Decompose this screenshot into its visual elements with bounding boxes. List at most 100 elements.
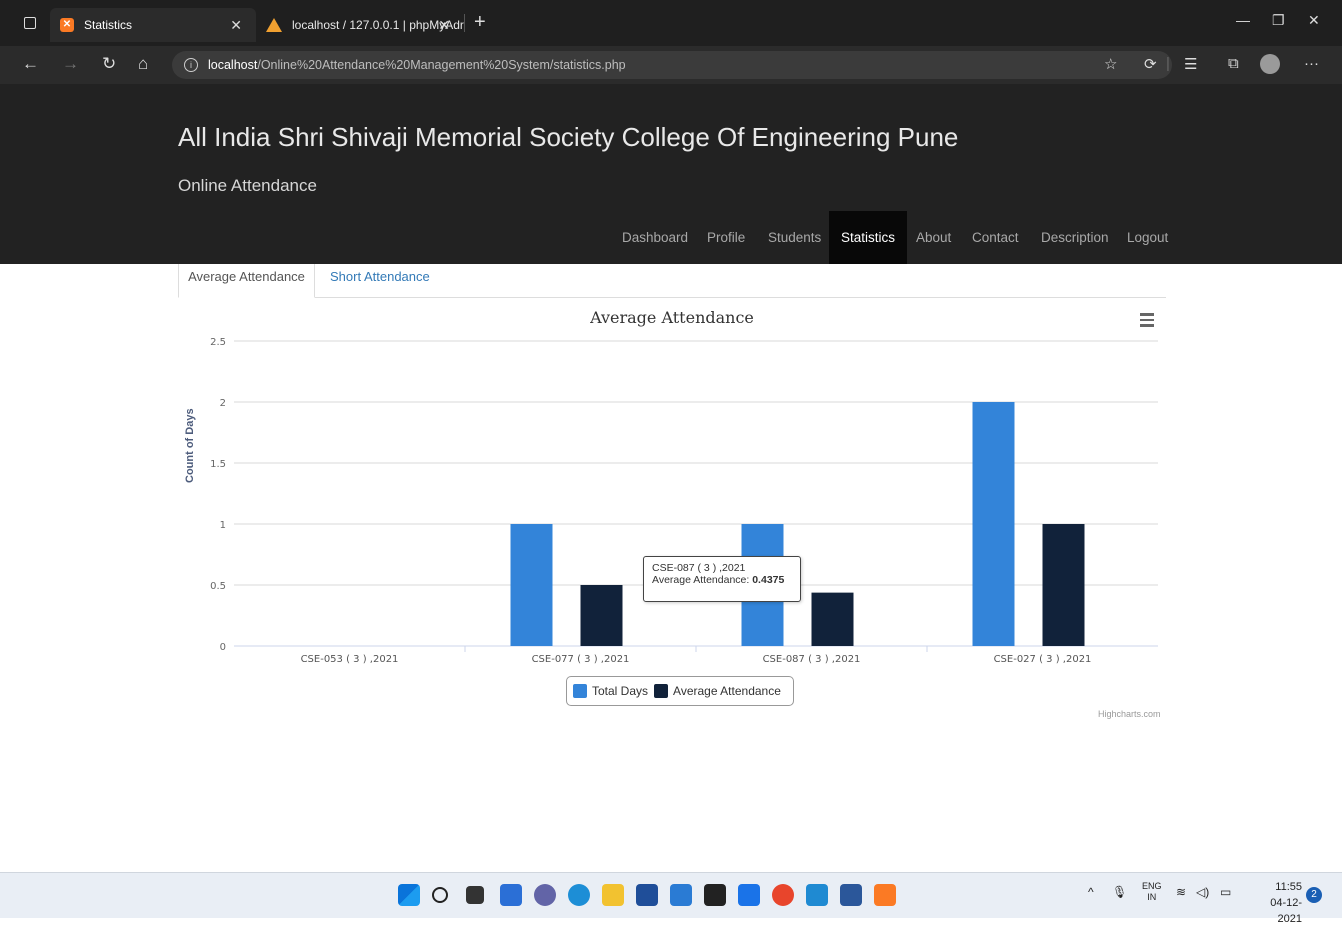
vscode-icon[interactable]: [806, 884, 828, 906]
mail-icon[interactable]: [670, 884, 692, 906]
tab-statistics[interactable]: ✕ Statistics ✕: [50, 8, 256, 42]
windows-taskbar: ^ 🎙 ENG IN ≋ ◁) ▭ 11:55 04-12-2021 2: [0, 872, 1342, 925]
chart-credits-link[interactable]: Highcharts.com: [1098, 709, 1161, 719]
bar-total-days: [972, 402, 1015, 646]
chart-title: Average Attendance: [590, 308, 754, 327]
nav-about[interactable]: About: [916, 211, 951, 264]
close-window-icon[interactable]: ✕: [1308, 12, 1320, 29]
close-tab-icon[interactable]: ✕: [230, 17, 242, 34]
browser-tab-bar: ✕ Statistics ✕ localhost / 127.0.0.1 | p…: [0, 0, 1342, 46]
browser-address-bar: ← → ↻ ⌂ i localhost /Online%20Attendance…: [0, 46, 1342, 84]
notification-badge[interactable]: 2: [1306, 887, 1322, 903]
y-tick-label: 1: [220, 520, 226, 531]
xampp-favicon-icon: ✕: [60, 18, 74, 32]
new-tab-icon[interactable]: +: [474, 11, 486, 34]
home-icon[interactable]: ⌂: [138, 54, 148, 74]
tooltip-value: 0.4375: [752, 574, 785, 586]
edge-icon[interactable]: [568, 884, 590, 906]
nav-students[interactable]: Students: [768, 211, 821, 264]
dropbox-icon[interactable]: [704, 884, 726, 906]
bar-total-days: [510, 524, 553, 646]
start-icon[interactable]: [398, 884, 420, 906]
minimize-icon[interactable]: —: [1236, 12, 1250, 28]
profile-avatar-icon[interactable]: [1260, 54, 1280, 74]
nav-profile[interactable]: Profile: [707, 211, 745, 264]
outlook-icon[interactable]: [738, 884, 760, 906]
clock-time: 11:55: [1275, 881, 1302, 893]
file-explorer-icon[interactable]: [602, 884, 624, 906]
bar-average-attendance: [811, 592, 854, 646]
volume-icon[interactable]: ◁): [1196, 885, 1209, 899]
y-tick-label: 2.5: [210, 337, 226, 348]
chart-plot: 0 0.5 1 1.5 2 2.5 CSE-053 ( 3 ) ,2021 CSE-077 (…: [210, 337, 1158, 665]
legend-item-total-days[interactable]: Total Days: [573, 684, 648, 698]
legend-item-average-attendance[interactable]: Average Attendance: [654, 684, 781, 698]
clock-date: 04-12-2021: [1270, 897, 1302, 925]
wifi-icon[interactable]: ≋: [1176, 885, 1186, 899]
bar-average-attendance: [1042, 524, 1085, 646]
legend-swatch: [573, 684, 587, 698]
chrome-icon[interactable]: [772, 884, 794, 906]
site-info-icon[interactable]: i: [184, 58, 198, 72]
nav-dashboard[interactable]: Dashboard: [622, 211, 688, 264]
main-nav: Dashboard Profile Students Statistics Ab…: [0, 211, 1342, 264]
collections-icon[interactable]: ⧉: [1228, 55, 1239, 72]
taskbar-clock[interactable]: 11:55 04-12-2021: [1250, 879, 1302, 927]
extensions-icon[interactable]: ⟳: [1144, 55, 1157, 73]
chart-menu-icon[interactable]: [1140, 313, 1154, 330]
tab-average-attendance[interactable]: Average Attendance: [178, 264, 315, 298]
chat-icon[interactable]: [534, 884, 556, 906]
task-view-icon[interactable]: [466, 886, 484, 904]
url-path: /Online%20Attendance%20Management%20Syst…: [257, 58, 626, 72]
bar-average-attendance: [580, 585, 623, 646]
average-attendance-chart: 0 0.5 1 1.5 2 2.5 CSE-053 ( 3 ) ,2021 CSE-077 (…: [178, 298, 1166, 728]
show-hidden-icons-icon[interactable]: ^: [1088, 885, 1094, 899]
nav-logout[interactable]: Logout: [1127, 211, 1168, 264]
refresh-icon[interactable]: ↻: [102, 54, 116, 74]
legend-label: Average Attendance: [673, 684, 781, 698]
tab-phpmyadmin[interactable]: localhost / 127.0.0.1 | phpMyAdr ✕: [258, 8, 464, 42]
site-header: All India Shri Shivaji Memorial Society …: [0, 84, 1342, 264]
toolbar-divider: |: [1166, 55, 1170, 72]
xampp-icon[interactable]: [874, 884, 896, 906]
widgets-icon[interactable]: [500, 884, 522, 906]
chart-tooltip: CSE-087 ( 3 ) ,2021 Average Attendance: …: [643, 556, 801, 602]
back-icon[interactable]: ←: [22, 54, 39, 74]
forward-icon[interactable]: →: [62, 54, 79, 74]
y-axis-title: Count of Days: [184, 408, 196, 483]
close-tab-icon[interactable]: ✕: [438, 17, 450, 34]
url-input[interactable]: i localhost /Online%20Attendance%20Manag…: [172, 51, 1172, 79]
nav-statistics[interactable]: Statistics: [829, 211, 908, 264]
more-options-icon[interactable]: ···: [1304, 55, 1319, 72]
favorites-icon[interactable]: ☰: [1184, 55, 1197, 73]
x-tick-label: CSE-087 ( 3 ) ,2021: [763, 654, 861, 665]
word-icon[interactable]: [840, 884, 862, 906]
language-code: ENG: [1142, 881, 1162, 891]
statistics-tabs: Average Attendance Short Attendance: [178, 264, 1166, 298]
battery-icon[interactable]: ▭: [1220, 885, 1231, 899]
nav-contact[interactable]: Contact: [972, 211, 1019, 264]
site-subtitle: Online Attendance: [178, 176, 317, 195]
tab-divider: [464, 14, 465, 32]
y-tick-label: 2: [220, 398, 226, 409]
microphone-icon[interactable]: 🎙: [1112, 885, 1127, 899]
language-indicator[interactable]: ENG IN: [1142, 881, 1162, 903]
phpmyadmin-favicon-icon: [266, 18, 282, 32]
chart-legend: Total Days Average Attendance: [566, 676, 794, 706]
x-tick-label: CSE-077 ( 3 ) ,2021: [532, 654, 630, 665]
nav-description[interactable]: Description: [1041, 211, 1109, 264]
restore-icon[interactable]: ❐: [1272, 12, 1285, 29]
y-tick-label: 0: [220, 642, 226, 653]
y-tick-label: 1.5: [210, 459, 226, 470]
store-icon[interactable]: [636, 884, 658, 906]
x-tick-label: CSE-027 ( 3 ) ,2021: [994, 654, 1092, 665]
tooltip-series: Average Attendance:: [652, 574, 753, 586]
tab-short-attendance[interactable]: Short Attendance: [330, 264, 430, 298]
favorite-star-icon[interactable]: ☆: [1104, 55, 1117, 73]
tab-actions-icon[interactable]: [24, 17, 36, 29]
tooltip-category: CSE-087 ( 3 ) ,2021: [652, 562, 746, 574]
url-host: localhost: [208, 58, 258, 72]
search-icon[interactable]: [432, 887, 448, 903]
legend-label: Total Days: [592, 684, 649, 698]
tab-label: Statistics: [84, 18, 133, 32]
